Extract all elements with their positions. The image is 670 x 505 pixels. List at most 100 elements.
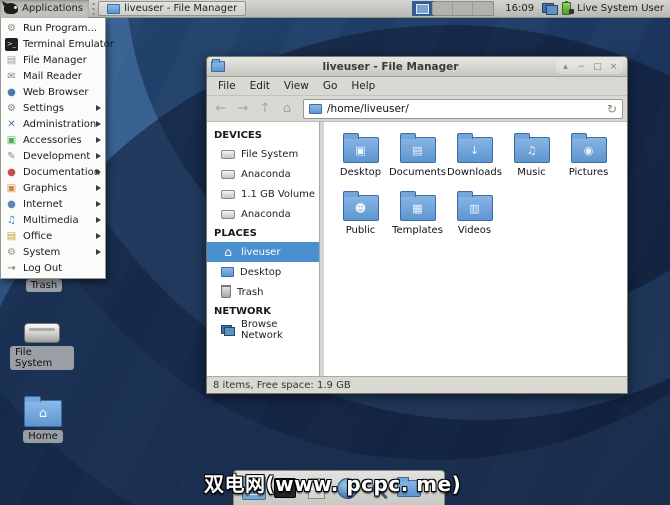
menu-item-multimedia[interactable]: ♫ Multimedia (1, 212, 105, 228)
menu-item-log-out[interactable]: → Log Out (1, 260, 105, 276)
sidebar-item-browse-network[interactable]: Browse Network (207, 320, 319, 340)
panel-separator (91, 2, 96, 16)
window-toolbar: ← → ↑ ⌂ /home/liveuser/ ↻ (207, 96, 627, 122)
applications-menu-button[interactable]: Applications (0, 0, 89, 18)
forward-button[interactable]: → (233, 99, 253, 119)
sidebar-item-desktop[interactable]: Desktop (207, 262, 319, 282)
close-button[interactable]: × (607, 60, 620, 74)
section-places: PLACES (207, 224, 319, 242)
xfce-logo-icon (4, 3, 18, 14)
menu-go[interactable]: Go (316, 80, 345, 92)
menu-item-accessories[interactable]: ▣ Accessories (1, 132, 105, 148)
menu-item-mail-reader[interactable]: ✉ Mail Reader (1, 68, 105, 84)
folder-documents[interactable]: ▤ Documents (389, 132, 446, 178)
folder-pictures[interactable]: ◉ Pictures (560, 132, 617, 178)
workspace-4[interactable] (473, 2, 493, 15)
menu-item-documentation[interactable]: ● Documentation (1, 164, 105, 180)
up-button[interactable]: ↑ (255, 99, 275, 119)
menu-item-development[interactable]: ✎ Development (1, 148, 105, 164)
sidebar-item-anaconda-2[interactable]: Anaconda (207, 204, 319, 224)
submenu-arrow-icon (96, 185, 101, 191)
network-icon[interactable] (542, 3, 558, 15)
submenu-arrow-icon (96, 201, 101, 207)
folder-icon: ▤ (400, 137, 436, 163)
menu-item-file-manager[interactable]: ▤ File Manager (1, 52, 105, 68)
submenu-arrow-icon (96, 105, 101, 111)
pictures-emblem-icon: ◉ (584, 145, 594, 156)
desktop-icon-home[interactable]: ⌂ Home (11, 400, 75, 443)
menu-item-graphics[interactable]: ▣ Graphics (1, 180, 105, 196)
submenu-arrow-icon (96, 249, 101, 255)
menu-item-office[interactable]: ▤ Office (1, 228, 105, 244)
window-controls: ▴ − □ × (556, 60, 623, 74)
hard-drive-icon (24, 323, 60, 343)
applications-menu: ⚙ Run Program... >_ Terminal Emulator ▤ … (0, 18, 106, 279)
folder-icon (221, 267, 234, 277)
sidebar-item-anaconda-1[interactable]: Anaconda (207, 164, 319, 184)
menu-item-settings[interactable]: ⚙ Settings (1, 100, 105, 116)
menu-edit[interactable]: Edit (243, 80, 277, 92)
folder-videos[interactable]: ▥ Videos (446, 190, 503, 236)
sidebar-item-file-system[interactable]: File System (207, 144, 319, 164)
back-button[interactable]: ← (211, 99, 231, 119)
menu-item-terminal-emulator[interactable]: >_ Terminal Emulator (1, 36, 105, 52)
desktop-icon-file-system[interactable]: File System (10, 323, 74, 370)
sidebar-item-liveuser[interactable]: ⌂ liveuser (207, 242, 319, 262)
folder-music[interactable]: ♫ Music (503, 132, 560, 178)
window-icon (211, 61, 225, 72)
menu-file[interactable]: File (211, 80, 243, 92)
refresh-icon[interactable]: ↻ (607, 102, 617, 116)
folder-public[interactable]: ☻ Public (332, 190, 389, 236)
folder-icon: ♫ (514, 137, 550, 163)
submenu-arrow-icon (96, 169, 101, 175)
shade-button[interactable]: ▴ (559, 60, 572, 74)
workspace-3[interactable] (453, 2, 473, 15)
workspace-switcher[interactable] (412, 1, 494, 16)
window-titlebar[interactable]: liveuser - File Manager ▴ − □ × (207, 57, 627, 77)
sidebar-item-trash[interactable]: Trash (207, 282, 319, 302)
menu-item-administration[interactable]: ✕ Administration (1, 116, 105, 132)
path-bar[interactable]: /home/liveuser/ ↻ (303, 99, 623, 119)
menu-item-system[interactable]: ⚙ System (1, 244, 105, 260)
folder-downloads[interactable]: ↓ Downloads (446, 132, 503, 178)
battery-icon[interactable] (562, 2, 571, 15)
internet-icon: ● (5, 198, 18, 211)
folder-desktop[interactable]: ▣ Desktop (332, 132, 389, 178)
workspace-1[interactable] (413, 2, 433, 15)
public-emblem-icon: ☻ (355, 203, 366, 214)
submenu-arrow-icon (96, 233, 101, 239)
office-icon: ▤ (5, 230, 18, 243)
session-user-label[interactable]: Live System User (577, 3, 664, 14)
menu-item-internet[interactable]: ● Internet (1, 196, 105, 212)
mail-icon: ✉ (5, 70, 18, 83)
minimize-button[interactable]: − (575, 60, 588, 74)
maximize-button[interactable]: □ (591, 60, 604, 74)
home-button[interactable]: ⌂ (277, 99, 297, 119)
applications-label: Applications (22, 3, 83, 14)
menu-item-run-program[interactable]: ⚙ Run Program... (1, 20, 105, 36)
folder-templates[interactable]: ▦ Templates (389, 190, 446, 236)
menu-item-web-browser[interactable]: ● Web Browser (1, 84, 105, 100)
status-bar: 8 items, Free space: 1.9 GB (207, 376, 627, 393)
panel-clock[interactable]: 16:09 (505, 3, 534, 14)
menu-help[interactable]: Help (344, 80, 382, 92)
path-text[interactable]: /home/liveuser/ (327, 103, 602, 115)
section-devices: DEVICES (207, 126, 319, 144)
section-network: NETWORK (207, 302, 319, 320)
templates-emblem-icon: ▦ (412, 203, 422, 214)
drive-icon (221, 210, 235, 219)
graphics-icon: ▣ (5, 182, 18, 195)
file-view: ▣ Desktop ▤ Documents ↓ Downloads ♫ Musi… (324, 122, 627, 376)
folder-icon: ◉ (571, 137, 607, 163)
trash-icon (221, 286, 231, 298)
videos-emblem-icon: ▥ (469, 203, 479, 214)
taskbar-window-button[interactable]: liveuser - File Manager (98, 1, 246, 16)
submenu-arrow-icon (96, 137, 101, 143)
workspace-2[interactable] (433, 2, 453, 15)
sidebar-item-volume[interactable]: 1.1 GB Volume (207, 184, 319, 204)
network-icon (221, 325, 235, 336)
menu-view[interactable]: View (277, 80, 316, 92)
folder-icon (107, 4, 120, 14)
folder-icon: ▦ (400, 195, 436, 221)
folder-icon: ▣ (343, 137, 379, 163)
